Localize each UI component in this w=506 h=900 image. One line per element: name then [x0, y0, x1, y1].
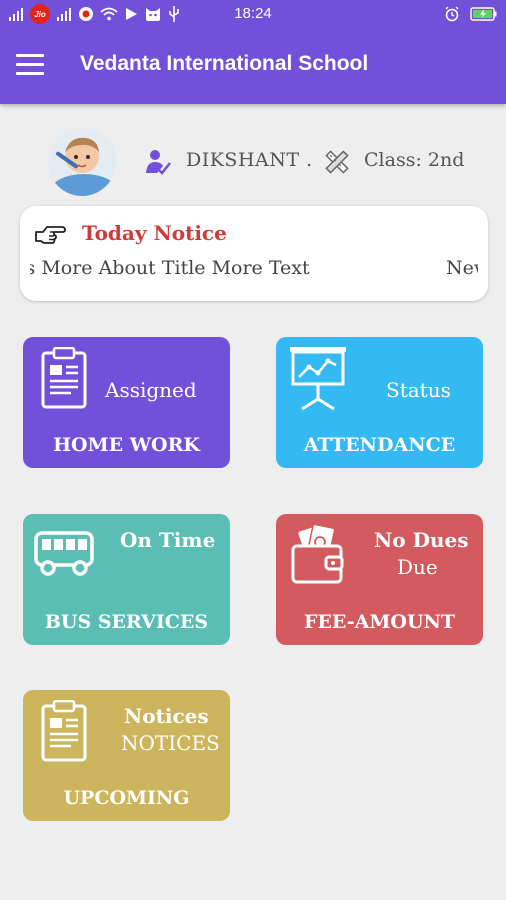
bus-services-tile[interactable]: On Time BUS SERVICES	[23, 514, 230, 645]
status-right-icons	[444, 4, 498, 24]
notice-title: Today Notice	[82, 221, 227, 245]
battery-charging-icon	[470, 7, 497, 21]
avatar-image	[48, 128, 116, 196]
menu-icon[interactable]	[16, 54, 44, 76]
upcoming-status-notices: NOTICES	[121, 731, 220, 755]
notice-ticker-next: New	[446, 257, 478, 279]
upcoming-title: UPCOMING	[63, 787, 190, 809]
attendance-title: ATTENDANCE	[303, 434, 456, 456]
fee-status: No Dues	[374, 528, 469, 552]
student-name: DIKSHANT .	[186, 149, 313, 171]
upcoming-status: Notices	[124, 704, 209, 728]
bus-icon	[34, 531, 94, 576]
upcoming-tile[interactable]: Notices NOTICES UPCOMING	[23, 690, 230, 821]
fee-amount-tile[interactable]: No Dues Due FEE-AMOUNT	[276, 514, 483, 645]
homework-status: Assigned	[105, 378, 197, 402]
homework-tile[interactable]: Assigned HOME WORK	[23, 337, 230, 468]
clipboard-icon	[41, 347, 87, 409]
student-profile: DIKSHANT . Class: 2nd	[0, 120, 506, 200]
pointing-hand-icon	[35, 226, 66, 244]
student-icon	[146, 150, 171, 175]
bus-title: BUS SERVICES	[44, 611, 209, 633]
today-notice-card[interactable]: Today Notice Title Texts More About Titl…	[20, 206, 488, 301]
wallet-icon	[291, 524, 344, 584]
avatar[interactable]	[48, 128, 116, 196]
attendance-status: Status	[386, 378, 451, 402]
notice-ticker: Title Texts More About Title More Text N…	[30, 256, 478, 282]
notice-ticker-text: Title Texts More About Title More Text	[30, 257, 310, 279]
clipboard-icon	[41, 700, 87, 762]
alarm-icon	[445, 6, 459, 22]
app-bar: Vedanta International School	[0, 28, 506, 104]
fee-title: FEE-AMOUNT	[303, 611, 456, 633]
status-bar: Jio 18:24	[0, 0, 506, 28]
app-title: Vedanta International School	[80, 52, 369, 75]
homework-title: HOME WORK	[53, 434, 200, 456]
bus-status: On Time	[120, 528, 216, 552]
fee-status-due: Due	[397, 555, 438, 579]
attendance-tile[interactable]: Status ATTENDANCE	[276, 337, 483, 468]
class-label: Class: 2nd	[364, 149, 465, 171]
status-time: 18:24	[234, 5, 272, 22]
ruler-pencil-icon	[325, 150, 349, 174]
presentation-chart-icon	[290, 347, 346, 411]
